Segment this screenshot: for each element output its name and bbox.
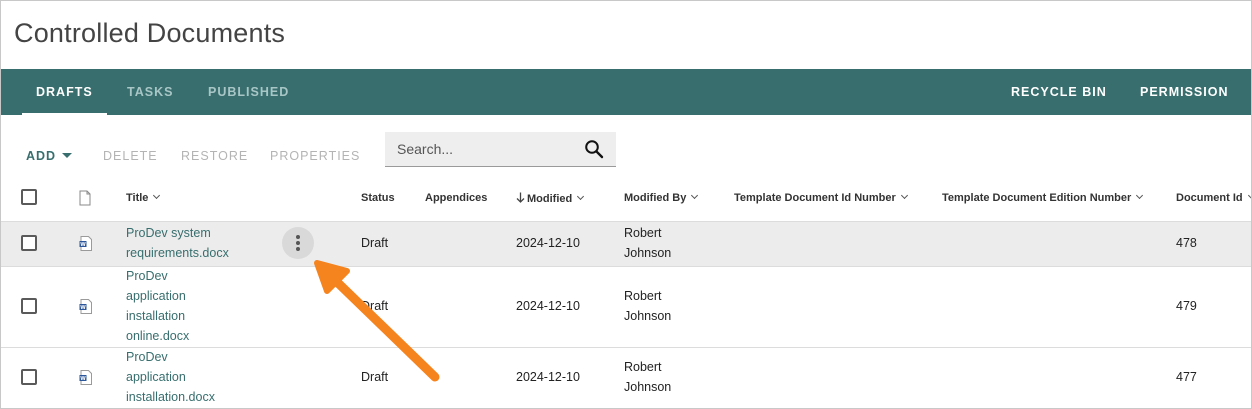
- document-title-link[interactable]: ProDev application installation.docx: [126, 347, 215, 407]
- svg-text:W: W: [80, 376, 86, 382]
- column-header-template-edition[interactable]: Template Document Edition Number: [942, 191, 1144, 204]
- column-header-title[interactable]: Title: [126, 191, 161, 204]
- modified-by-line: Johnson: [624, 246, 672, 260]
- modified-by-cell: Robert Johnson: [624, 357, 671, 397]
- more-vertical-button[interactable]: [282, 227, 314, 259]
- modified-cell: 2024-12-10: [516, 299, 580, 313]
- tab-drafts[interactable]: DRAFTS: [22, 69, 107, 115]
- column-header-appendices[interactable]: Appendices: [425, 192, 487, 204]
- select-all-checkbox[interactable]: [21, 189, 37, 205]
- modified-by-line: Robert: [624, 360, 662, 374]
- document-id-cell: 477: [1176, 370, 1197, 384]
- modified-by-line: Robert: [624, 289, 662, 303]
- chevron-down-icon: [577, 192, 585, 201]
- tab-recycle-bin[interactable]: RECYCLE BIN: [1011, 69, 1107, 115]
- properties-button[interactable]: PROPERTIES: [270, 149, 360, 163]
- delete-button[interactable]: DELETE: [103, 149, 158, 163]
- svg-text:W: W: [80, 305, 86, 311]
- file-icon: [79, 190, 91, 206]
- chevron-down-icon: [1247, 191, 1251, 200]
- document-title-link[interactable]: ProDev system requirements.docx: [126, 223, 229, 263]
- title-line: installation.docx: [126, 390, 215, 404]
- restore-button[interactable]: RESTORE: [181, 149, 248, 163]
- svg-text:W: W: [80, 242, 86, 248]
- row-checkbox[interactable]: [21, 369, 37, 385]
- chevron-down-icon: [900, 191, 908, 200]
- tab-tasks[interactable]: TASKS: [127, 69, 173, 115]
- column-header-modified[interactable]: Modified: [516, 192, 585, 205]
- title-line: online.docx: [126, 329, 190, 343]
- title-line: ProDev: [126, 350, 168, 364]
- column-header-status[interactable]: Status: [361, 192, 395, 204]
- column-header-document-id[interactable]: Document Id: [1176, 191, 1251, 204]
- title-line: installation: [126, 309, 186, 323]
- document-id-cell: 478: [1176, 236, 1197, 250]
- search-box: [385, 132, 616, 167]
- column-header-modified-by[interactable]: Modified By: [624, 191, 699, 204]
- status-cell: Draft: [361, 370, 389, 384]
- more-vertical-icon: [296, 241, 300, 245]
- document-title-link[interactable]: ProDev application installation online.d…: [126, 266, 189, 346]
- tab-bar: DRAFTS TASKS PUBLISHED RECYCLE BIN PERMI…: [1, 69, 1251, 115]
- column-header-modified-by-label: Modified By: [624, 192, 687, 204]
- title-line: application: [126, 289, 186, 303]
- chevron-down-icon: [153, 191, 161, 200]
- title-line: ProDev: [126, 269, 168, 283]
- modified-cell: 2024-12-10: [516, 370, 580, 384]
- tab-permission[interactable]: PERMISSION: [1140, 69, 1229, 115]
- column-header-template-id-label: Template Document Id Number: [734, 192, 896, 204]
- title-line: application: [126, 370, 186, 384]
- title-line: requirements.docx: [126, 246, 229, 260]
- arrow-down-icon: [516, 192, 525, 203]
- title-line: ProDev system: [126, 226, 211, 240]
- search-input[interactable]: [385, 132, 575, 165]
- modified-cell: 2024-12-10: [516, 236, 580, 250]
- add-button-label: ADD: [26, 149, 57, 163]
- caret-down-icon: [62, 153, 73, 158]
- word-document-icon: W: [79, 299, 92, 314]
- word-document-icon: W: [79, 370, 92, 385]
- document-id-cell: 479: [1176, 299, 1197, 313]
- add-button[interactable]: ADD: [26, 149, 73, 163]
- modified-by-line: Johnson: [624, 309, 672, 323]
- row-checkbox[interactable]: [21, 298, 37, 314]
- chevron-down-icon: [1136, 191, 1144, 200]
- search-icon[interactable]: [584, 139, 604, 159]
- column-header-template-id[interactable]: Template Document Id Number: [734, 191, 908, 204]
- column-header-document-id-label: Document Id: [1176, 192, 1243, 204]
- status-cell: Draft: [361, 236, 389, 250]
- column-header-modified-label: Modified: [527, 193, 573, 205]
- chevron-down-icon: [691, 191, 699, 200]
- tab-published[interactable]: PUBLISHED: [208, 69, 289, 115]
- word-document-icon: W: [79, 236, 92, 251]
- column-header-template-edition-label: Template Document Edition Number: [942, 192, 1132, 204]
- page-title: Controlled Documents: [14, 18, 286, 48]
- modified-by-cell: Robert Johnson: [624, 286, 671, 326]
- modified-by-line: Johnson: [624, 380, 672, 394]
- app-window: Controlled Documents DRAFTS TASKS PUBLIS…: [0, 0, 1252, 409]
- more-vertical-icon: [296, 235, 300, 239]
- more-vertical-icon: [296, 247, 300, 251]
- column-header-title-label: Title: [126, 192, 149, 204]
- status-cell: Draft: [361, 299, 389, 313]
- row-checkbox[interactable]: [21, 235, 37, 251]
- modified-by-line: Robert: [624, 226, 662, 240]
- modified-by-cell: Robert Johnson: [624, 223, 671, 263]
